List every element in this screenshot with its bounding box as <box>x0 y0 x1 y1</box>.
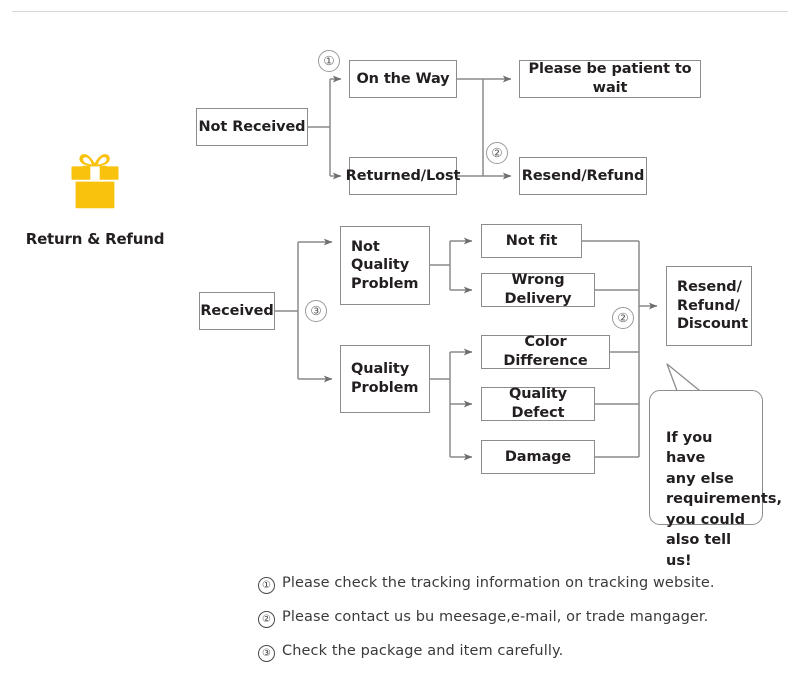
step-marker-label: ③ <box>310 302 322 318</box>
step-marker-1-on-the-way: ① <box>318 50 340 72</box>
footnote-item: ② Please contact us bu meesage,e-mail, o… <box>258 610 778 628</box>
callout-text: If you have any else requirements, you c… <box>666 429 782 570</box>
node-label: Damage <box>504 448 572 465</box>
node-label: Not Quality Problem <box>351 238 419 292</box>
brand-caption: Return & Refund <box>25 230 165 248</box>
node-label: Please be patient to wait <box>528 61 692 96</box>
node-not-fit[interactable]: Not fit <box>481 224 582 258</box>
node-damage[interactable]: Damage <box>481 440 595 474</box>
node-received[interactable]: Received <box>199 292 275 330</box>
node-quality-defect[interactable]: Quality Defect <box>481 386 595 421</box>
footnote-text-2: Please contact us bu meesage,e-mail, or … <box>282 609 709 625</box>
node-quality-problem[interactable]: Quality Problem <box>340 345 430 413</box>
footnote-marker-1: ① <box>258 577 275 594</box>
node-resend-refund[interactable]: Resend/Refund <box>519 157 647 195</box>
footnote-text-3: Check the package and item carefully. <box>282 643 564 659</box>
callout-bubble: If you have any else requirements, you c… <box>649 390 782 569</box>
node-please-be-patient[interactable]: Please be patient to wait <box>519 60 701 98</box>
footnote-item: ① Please check the tracking information … <box>258 576 778 594</box>
node-label: Quality Defect <box>508 386 568 421</box>
node-returned-lost[interactable]: Returned/Lost <box>346 157 460 195</box>
node-not-received[interactable]: Not Received <box>196 108 308 146</box>
gift-box-icon <box>20 150 170 216</box>
footnote-item: ③ Check the package and item carefully. <box>258 644 778 662</box>
footnote-marker-2: ② <box>258 611 275 628</box>
node-label: Not fit <box>505 232 558 249</box>
node-wrong-delivery[interactable]: Wrong Delivery <box>481 272 595 307</box>
node-label: Received <box>200 302 274 319</box>
return-refund-flowchart: Return & Refund Not Received On the Way … <box>0 0 800 662</box>
node-label: Color Difference <box>503 334 588 369</box>
node-color-difference[interactable]: Color Difference <box>481 334 610 369</box>
node-on-the-way[interactable]: On the Way <box>349 60 457 98</box>
footnote-text-1: Please check the tracking information on… <box>282 575 715 591</box>
footnote-marker-3: ③ <box>258 645 275 662</box>
footnote-list: ① Please check the tracking information … <box>258 576 778 678</box>
node-label: On the Way <box>356 70 450 87</box>
node-label: Quality Problem <box>351 361 419 396</box>
node-resend-refund-discount[interactable]: Resend/ Refund/ Discount <box>666 266 752 346</box>
node-label: Resend/Refund <box>521 167 645 184</box>
step-marker-label: ② <box>491 144 503 160</box>
node-label: Returned/Lost <box>345 167 461 184</box>
step-marker-2-resend-refund: ② <box>486 142 508 164</box>
step-marker-label: ① <box>323 52 335 68</box>
node-label: Resend/ Refund/ Discount <box>677 279 748 333</box>
step-marker-2-outcome: ② <box>612 307 634 329</box>
step-marker-3-received: ③ <box>305 300 327 322</box>
node-label: Wrong Delivery <box>504 272 572 307</box>
node-not-quality-problem[interactable]: Not Quality Problem <box>340 226 430 305</box>
node-label: Not Received <box>198 118 306 135</box>
brand-block: Return & Refund <box>20 150 170 248</box>
step-marker-label: ② <box>617 309 629 325</box>
header-divider <box>12 11 788 12</box>
